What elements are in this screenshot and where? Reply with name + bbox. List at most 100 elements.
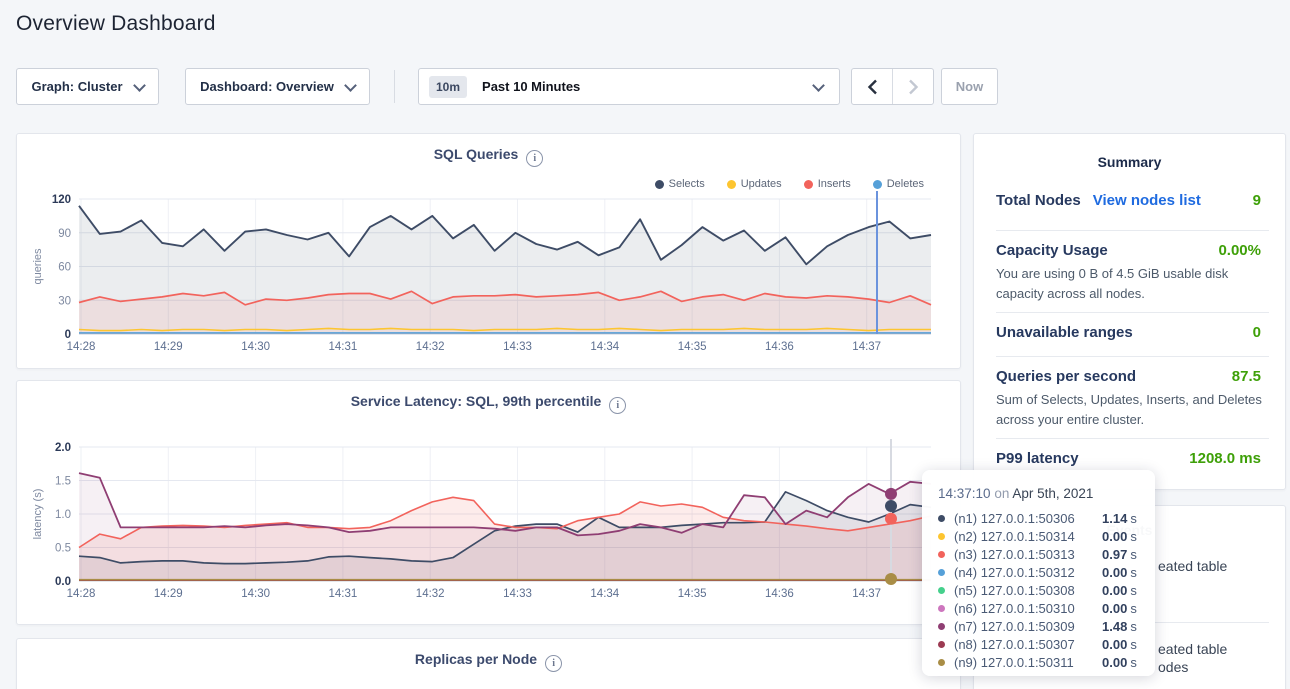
tooltip-node-label: (n3) 127.0.0.1:50313 [954, 547, 1102, 562]
chevron-right-icon [908, 79, 919, 95]
series-dot [938, 605, 945, 612]
tooltip-unit: s [1130, 601, 1137, 616]
series-dot [938, 623, 945, 630]
tooltip-row: (n6) 127.0.0.1:503100.00s [938, 599, 1141, 617]
tooltip-node-label: (n1) 127.0.0.1:50306 [954, 511, 1102, 526]
total-nodes-row: Total Nodes View nodes list 9 [996, 192, 1261, 209]
tooltip-row: (n7) 127.0.0.1:503091.48s [938, 617, 1141, 635]
y-tick-label: 0.0 [55, 576, 71, 588]
now-button[interactable]: Now [941, 68, 998, 105]
y-axis-title: queries [32, 248, 44, 285]
chart-hover-tooltip: 14:37:10 on Apr 5th, 2021 (n1) 127.0.0.1… [922, 470, 1155, 676]
dashboard-dropdown[interactable]: Dashboard: Overview [185, 68, 370, 105]
y-tick-label: 1.5 [55, 476, 71, 488]
tooltip-value: 0.00 [1102, 583, 1127, 598]
x-tick-label: 14:33 [503, 588, 532, 600]
time-next-button[interactable] [892, 69, 933, 104]
x-tick-label: 14:29 [154, 588, 183, 600]
chevron-down-icon [344, 79, 357, 92]
x-tick-label: 14:31 [329, 341, 358, 353]
event-row-fragment: eated table [1158, 641, 1227, 657]
time-range-badge: 10m [429, 76, 467, 98]
x-tick-label: 14:35 [678, 588, 707, 600]
graph-scope-dropdown[interactable]: Graph: Cluster [16, 68, 159, 105]
tooltip-row: (n9) 127.0.0.1:503110.00s [938, 653, 1141, 671]
replicas-per-node-card: Replicas per Node i [16, 638, 961, 689]
event-row-fragment: odes [1158, 659, 1188, 675]
tooltip-unit: s [1130, 637, 1137, 652]
time-range-picker[interactable]: 10m Past 10 Minutes [418, 68, 840, 105]
tooltip-time: 14:37:10 [938, 486, 991, 501]
x-tick-label: 14:28 [67, 341, 96, 353]
p99-latency-row: P99 latency 1208.0 ms [996, 450, 1261, 467]
series-dot [938, 569, 945, 576]
capacity-label: Capacity Usage [996, 242, 1108, 259]
hover-dot [885, 488, 897, 500]
tooltip-unit: s [1130, 583, 1137, 598]
tooltip-node-label: (n9) 127.0.0.1:50311 [954, 655, 1102, 670]
divider [996, 312, 1269, 313]
x-tick-label: 14:30 [241, 588, 270, 600]
unavailable-ranges-label: Unavailable ranges [996, 324, 1133, 341]
tooltip-unit: s [1130, 529, 1137, 544]
x-tick-label: 14:34 [590, 341, 619, 353]
chevron-down-icon [812, 79, 825, 92]
overview-dashboard-page: Overview Dashboard Graph: Cluster Dashbo… [0, 0, 1290, 689]
x-tick-label: 14:30 [241, 341, 270, 353]
x-tick-label: 14:32 [416, 588, 445, 600]
view-nodes-list-link[interactable]: View nodes list [1093, 192, 1201, 209]
x-tick-label: 14:29 [154, 341, 183, 353]
tooltip-row: (n5) 127.0.0.1:503080.00s [938, 581, 1141, 599]
service-latency-card: Service Latency: SQL, 99th percentilei 0… [16, 380, 961, 625]
dashboard-label: Dashboard: Overview [200, 79, 334, 94]
chevron-down-icon [133, 79, 146, 92]
x-tick-label: 14:32 [416, 341, 445, 353]
tooltip-row: (n4) 127.0.0.1:503120.00s [938, 563, 1141, 581]
total-nodes-label: Total Nodes [996, 192, 1081, 209]
tooltip-value: 0.00 [1102, 529, 1127, 544]
controls-divider [394, 70, 395, 103]
hover-dot [885, 573, 897, 585]
y-tick-label: 120 [52, 194, 71, 206]
tooltip-node-label: (n8) 127.0.0.1:50307 [954, 637, 1102, 652]
replicas-title-row: Replicas per Node i [17, 651, 960, 672]
service-latency-chart-canvas[interactable]: 0.00.51.01.52.014:2814:2914:3014:3114:32… [17, 381, 962, 626]
tooltip-node-label: (n2) 127.0.0.1:50314 [954, 529, 1102, 544]
info-icon[interactable]: i [545, 655, 562, 672]
series-dot [938, 551, 945, 558]
x-tick-label: 14:36 [765, 588, 794, 600]
series-dot [938, 659, 945, 666]
divider [996, 356, 1269, 357]
tooltip-row: (n3) 127.0.0.1:503130.97s [938, 545, 1141, 563]
series-dot [938, 641, 945, 648]
y-tick-label: 1.0 [55, 509, 71, 521]
sql-queries-chart-canvas[interactable]: 030609012014:2814:2914:3014:3114:3214:33… [17, 134, 962, 370]
tooltip-node-label: (n7) 127.0.0.1:50309 [954, 619, 1102, 634]
x-tick-label: 14:31 [329, 588, 358, 600]
tooltip-date: Apr 5th, 2021 [1012, 486, 1093, 501]
chevron-left-icon [867, 79, 878, 95]
divider [996, 230, 1269, 231]
tooltip-value: 0.97 [1102, 547, 1127, 562]
qps-description: Sum of Selects, Updates, Inserts, and De… [996, 390, 1280, 430]
tooltip-value: 0.00 [1102, 637, 1127, 652]
unavailable-ranges-value: 0 [1253, 324, 1261, 341]
tooltip-value: 0.00 [1102, 601, 1127, 616]
p99-latency-value: 1208.0 ms [1189, 450, 1261, 467]
time-prev-button[interactable] [852, 69, 892, 104]
tooltip-value: 0.00 [1102, 565, 1127, 580]
chart-title: Replicas per Node [415, 651, 537, 667]
tooltip-unit: s [1130, 565, 1137, 580]
tooltip-rows: (n1) 127.0.0.1:503061.14s(n2) 127.0.0.1:… [938, 509, 1141, 671]
y-tick-label: 0.5 [55, 543, 71, 555]
total-nodes-value: 9 [1253, 192, 1261, 209]
x-tick-label: 14:34 [590, 588, 619, 600]
y-tick-label: 0 [65, 329, 71, 341]
series-dot [938, 587, 945, 594]
x-tick-label: 14:37 [852, 588, 881, 600]
series-dot [938, 533, 945, 540]
divider [996, 438, 1269, 439]
qps-value: 87.5 [1232, 368, 1261, 385]
sql-queries-card: SQL Queriesi SelectsUpdatesInsertsDelete… [16, 133, 961, 369]
p99-latency-label: P99 latency [996, 450, 1079, 467]
